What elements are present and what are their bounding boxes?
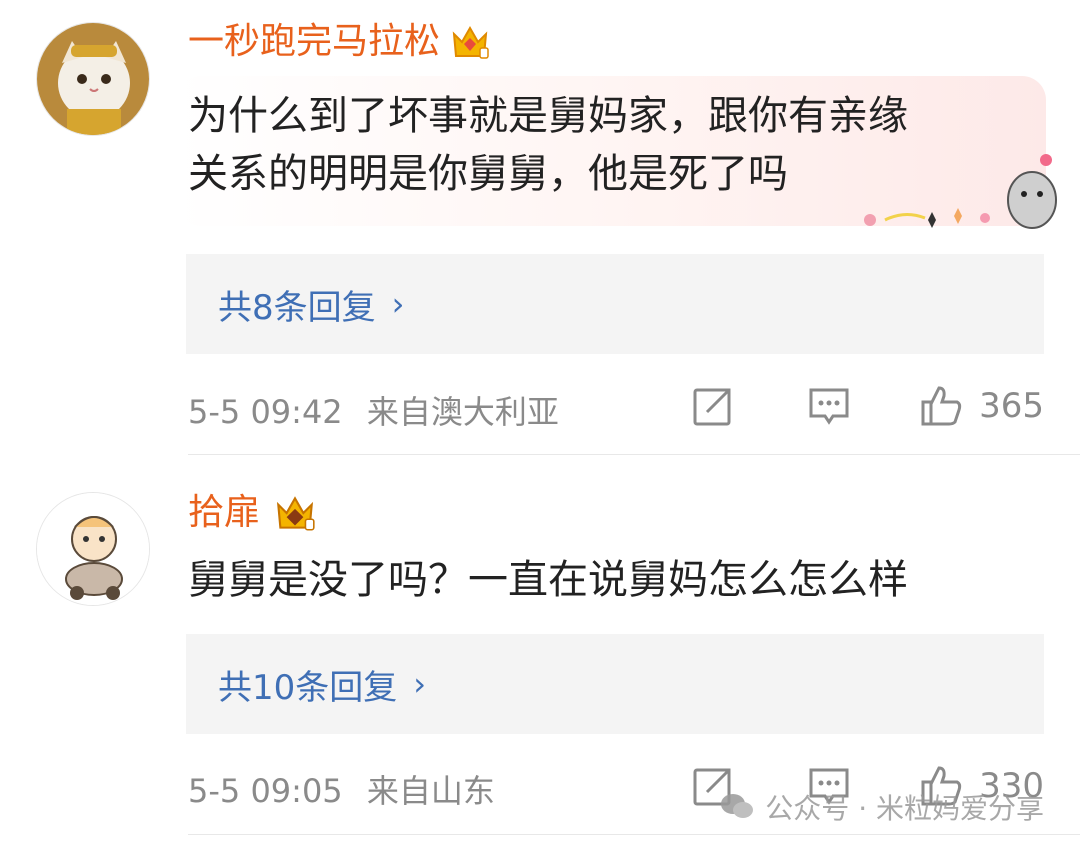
wechat-icon [721, 794, 754, 818]
divider [188, 834, 1080, 835]
comment-item: 拾扉 舅舅是没了吗？一直在说舅妈怎么怎么样 共10条回复 › 5-5 09:05… [0, 0, 1080, 849]
comment-time: 5-5 09:05 [188, 772, 343, 810]
crown-badge-icon [276, 496, 315, 531]
watermark-text: 公众号 · 米粒妈爱分享 [765, 792, 1044, 825]
comment-location: 来自山东 [366, 772, 495, 810]
comment-meta: 5-5 09:05 来自山东 [188, 766, 495, 812]
cartoon-avatar-image [37, 493, 149, 605]
replies-label: 共10条回复 [218, 667, 398, 708]
username[interactable]: 拾扉 [188, 490, 322, 536]
chevron-right-icon: › [413, 665, 427, 703]
watermark: 公众号 · 米粒妈爱分享 [719, 787, 1044, 827]
view-replies-button[interactable]: 共10条回复 › [186, 634, 1044, 734]
avatar-cartoon[interactable] [36, 492, 150, 606]
comment-text: 舅舅是没了吗？一直在说舅妈怎么怎么样 [188, 557, 908, 603]
username-text[interactable]: 拾扉 [188, 491, 260, 535]
